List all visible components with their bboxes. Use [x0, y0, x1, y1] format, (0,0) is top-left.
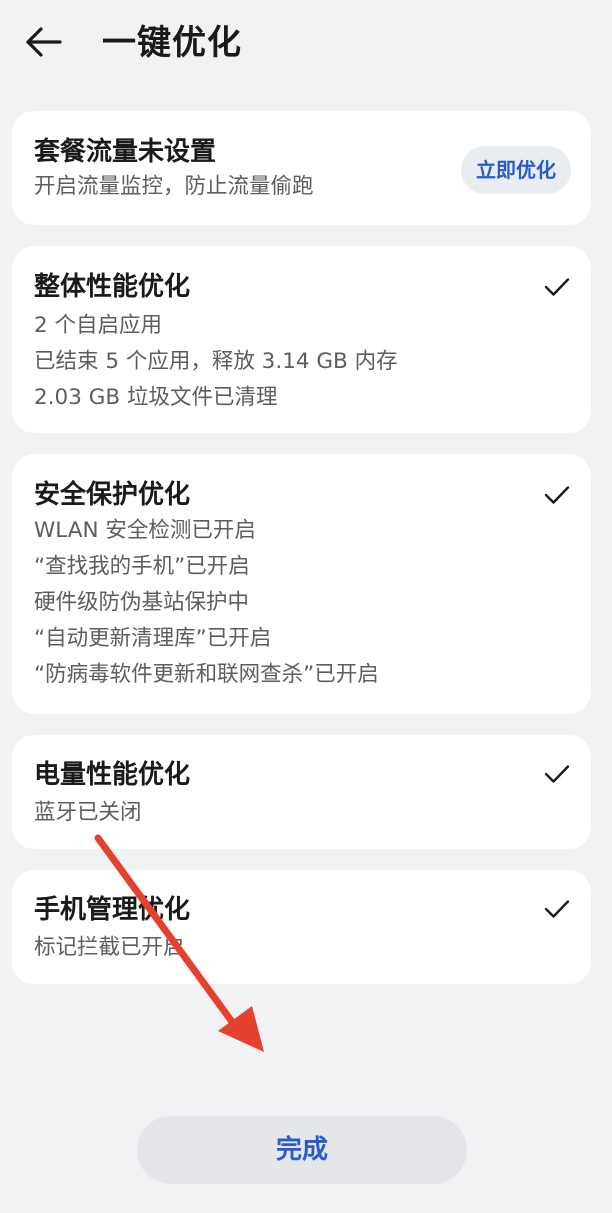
- detail-line: WLAN 安全检测已开启: [34, 518, 256, 543]
- data-plan-card: 套餐流量未设置 开启流量监控，防止流量偷跑 立即优化: [12, 111, 591, 225]
- detail-line: 开启流量监控，防止流量偷跑: [34, 174, 314, 199]
- battery-title: 电量性能优化: [34, 760, 191, 790]
- performance-title: 整体性能优化: [34, 272, 191, 302]
- battery-card: 电量性能优化 蓝牙已关闭: [12, 735, 591, 849]
- optimize-now-button[interactable]: 立即优化: [461, 146, 571, 194]
- detail-line: 硬件级防伪基站保护中: [34, 590, 250, 615]
- detail-line: 2 个自启应用: [34, 313, 163, 338]
- page-title: 一键优化: [102, 23, 242, 63]
- detail-line: 标记拦截已开启: [34, 935, 185, 960]
- back-button[interactable]: [24, 20, 80, 64]
- data-plan-details: 开启流量监控，防止流量偷跑: [34, 169, 314, 205]
- phone-manager-details: 标记拦截已开启: [34, 930, 185, 966]
- detail-line: “防病毒软件更新和联网查杀”已开启: [34, 662, 379, 687]
- detail-line: “自动更新清理库”已开启: [34, 626, 272, 651]
- checkmark-icon: [544, 486, 570, 504]
- security-card: 安全保护优化 WLAN 安全检测已开启 “查找我的手机”已开启 硬件级防伪基站保…: [12, 454, 591, 714]
- back-arrow-icon: [26, 27, 62, 57]
- phone-manager-title: 手机管理优化: [34, 895, 191, 925]
- detail-line: 蓝牙已关闭: [34, 800, 142, 825]
- security-title: 安全保护优化: [34, 480, 191, 510]
- data-plan-title: 套餐流量未设置: [34, 137, 217, 167]
- checkmark-icon: [544, 900, 570, 918]
- top-app-bar: 一键优化: [0, 0, 612, 88]
- security-details: WLAN 安全检测已开启 “查找我的手机”已开启 硬件级防伪基站保护中 “自动更…: [34, 513, 379, 693]
- performance-card: 整体性能优化 2 个自启应用 已结束 5 个应用，释放 3.14 GB 内存 2…: [12, 246, 591, 433]
- detail-line: 2.03 GB 垃圾文件已清理: [34, 385, 278, 410]
- performance-details: 2 个自启应用 已结束 5 个应用，释放 3.14 GB 内存 2.03 GB …: [34, 308, 398, 416]
- checkmark-icon: [544, 278, 570, 296]
- detail-line: “查找我的手机”已开启: [34, 554, 250, 579]
- phone-manager-card: 手机管理优化 标记拦截已开启: [12, 870, 591, 984]
- checkmark-icon: [544, 765, 570, 783]
- battery-details: 蓝牙已关闭: [34, 795, 142, 831]
- done-button[interactable]: 完成: [137, 1116, 467, 1184]
- detail-line: 已结束 5 个应用，释放 3.14 GB 内存: [34, 349, 398, 374]
